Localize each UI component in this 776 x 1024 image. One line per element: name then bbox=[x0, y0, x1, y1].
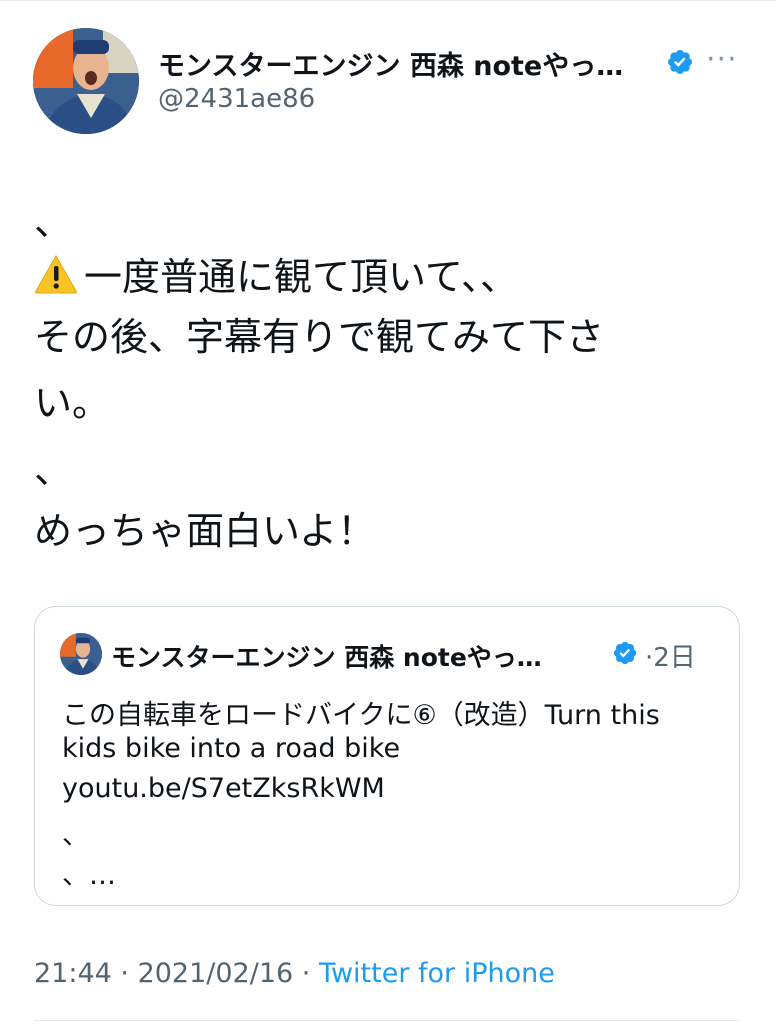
quoted-line-5: 、… bbox=[62, 860, 116, 891]
quoted-tweet-date[interactable]: ·2日 bbox=[645, 637, 696, 674]
verified-badge-icon bbox=[668, 50, 692, 74]
tweet-line-2-text: 一度普通に観て頂いて、、 bbox=[84, 255, 518, 299]
author-avatar[interactable] bbox=[33, 28, 139, 134]
tweet-time[interactable]: 21:44 bbox=[34, 958, 112, 989]
warning-icon bbox=[35, 254, 77, 294]
quoted-line-1: この自転車をロードバイクに⑥（改造）Turn this bbox=[62, 700, 660, 731]
tweet-line-1: 、 bbox=[34, 200, 73, 244]
tweet-line-2: 一度普通に観て頂いて、、 bbox=[34, 254, 518, 301]
tweet-date[interactable]: 2021/02/16 bbox=[138, 958, 294, 989]
quoted-author-name[interactable]: モンスターエンジン 西森 noteやっ… bbox=[111, 638, 542, 674]
meta-separator: · bbox=[293, 958, 319, 989]
quoted-line-4: 、 bbox=[62, 820, 89, 851]
quoted-author-avatar[interactable] bbox=[60, 633, 102, 675]
tweet-line-6: めっちゃ面白いよ！ bbox=[34, 509, 376, 553]
quoted-line-2: kids bike into a road bike bbox=[62, 733, 401, 764]
tweet-line-4: い。 bbox=[34, 381, 111, 425]
bottom-divider bbox=[34, 1020, 740, 1021]
more-options-icon[interactable]: ··· bbox=[706, 42, 738, 77]
top-divider bbox=[0, 0, 776, 1]
author-handle[interactable]: @2431ae86 bbox=[158, 84, 315, 114]
tweet-line-5: 、 bbox=[34, 448, 73, 492]
tweet-source-link[interactable]: Twitter for iPhone bbox=[319, 958, 555, 989]
tweet-meta: 21:44 · 2021/02/16 · Twitter for iPhone bbox=[34, 958, 555, 989]
quoted-tweet-card[interactable]: モンスターエンジン 西森 noteやっ… ·2日 この自転車をロードバイクに⑥（… bbox=[34, 606, 740, 906]
meta-separator: · bbox=[111, 958, 138, 989]
tweet-line-3: その後、字幕有りで観てみて下さ bbox=[34, 315, 605, 359]
quoted-verified-badge-icon bbox=[613, 641, 637, 665]
quoted-link[interactable]: youtu.be/S7etZksRkWM bbox=[62, 773, 385, 804]
author-name[interactable]: モンスターエンジン 西森 noteやっ… bbox=[158, 44, 623, 83]
